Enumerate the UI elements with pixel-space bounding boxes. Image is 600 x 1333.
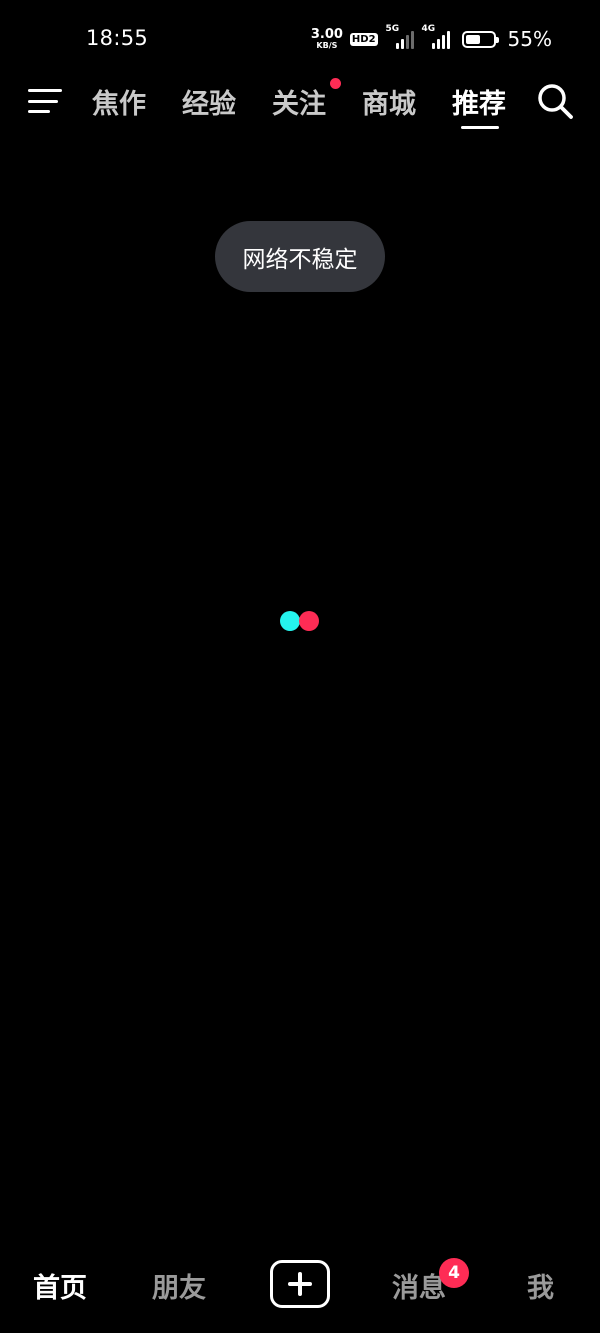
top-nav: 焦作 经验 关注 商城 推荐 [0,78,600,134]
battery-fill [465,34,480,44]
signal-5g-icon: 5G [386,24,414,49]
bottom-nav-me[interactable]: 我 [527,1266,554,1305]
status-time: 18:55 [86,26,149,50]
hamburger-menu-icon[interactable] [28,86,66,116]
loader-dot-cyan [280,611,300,631]
bottom-nav-home[interactable]: 首页 [33,1266,87,1305]
bottom-nav: 首页 朋友 消息 4 我 [0,1240,600,1333]
status-bar: 18:55 3.00 KB/S HD2 5G 4G 55% [0,0,600,76]
tab-experience[interactable]: 经验 [182,82,236,121]
battery-icon [461,30,499,48]
following-notification-dot [330,78,341,89]
loader-dot-red [299,611,319,631]
network-speed-indicator: 3.00 KB/S [310,27,343,50]
signal-4g-icon: 4G [422,24,450,49]
battery-percent: 55% [507,27,552,51]
messages-count-badge: 4 [439,1258,469,1288]
bottom-nav-friends[interactable]: 朋友 [152,1266,206,1305]
signal-5g-label: 5G [385,24,400,34]
loading-indicator [280,611,320,631]
tab-recommend[interactable]: 推荐 [452,82,506,121]
tab-jiaozuo[interactable]: 焦作 [92,82,146,121]
network-unstable-toast: 网络不稳定 [215,221,385,292]
tab-following[interactable]: 关注 [272,82,326,121]
hd-voice-icon: HD2 [349,32,378,46]
create-post-button[interactable] [270,1260,330,1308]
bottom-nav-messages[interactable]: 消息 [392,1266,446,1305]
active-tab-indicator [461,126,499,129]
tab-mall[interactable]: 商城 [362,82,416,121]
network-speed-value: 3.00 [310,27,343,42]
network-speed-unit: KB/S [316,41,338,50]
status-icons: 3.00 KB/S HD2 5G 4G 55% [310,24,552,54]
signal-4g-label: 4G [421,24,436,34]
toast-text: 网络不稳定 [242,246,358,273]
search-icon[interactable] [536,82,576,122]
